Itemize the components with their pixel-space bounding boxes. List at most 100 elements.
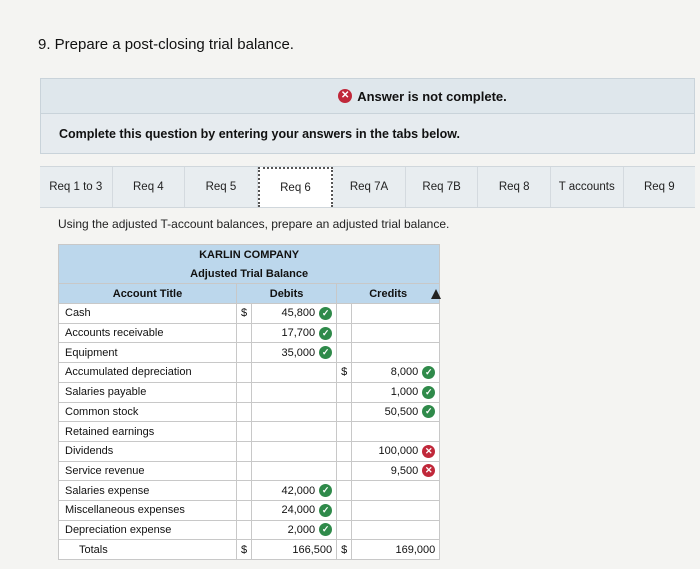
credit-value: 9,500 bbox=[390, 464, 419, 477]
account-title-cell[interactable]: Accumulated depreciation bbox=[58, 362, 237, 383]
credit-input-cell[interactable] bbox=[351, 342, 441, 364]
debit-value: 24,000 bbox=[281, 504, 316, 517]
debit-input-cell[interactable]: 17,700 ✓ bbox=[251, 322, 338, 344]
check-circle-icon: ✓ bbox=[422, 365, 436, 379]
debit-input-cell[interactable] bbox=[251, 440, 338, 462]
debit-input-cell[interactable] bbox=[251, 381, 338, 403]
credit-currency-cell bbox=[336, 342, 353, 364]
tab-req-8[interactable]: Req 8 bbox=[478, 167, 551, 207]
debit-currency-cell bbox=[235, 362, 253, 383]
tab-req-7b[interactable]: Req 7B bbox=[406, 167, 479, 207]
debit-input-cell[interactable] bbox=[251, 421, 338, 442]
answer-status-banner: ✕ Answer is not complete. bbox=[40, 78, 695, 114]
table-row: Cash $45,800 ✓ bbox=[58, 303, 441, 324]
credit-value: 100,000 bbox=[378, 445, 419, 458]
credit-currency-cell bbox=[336, 499, 353, 521]
tab-req-9[interactable]: Req 9 bbox=[624, 167, 696, 207]
statement-title: Adjusted Trial Balance bbox=[57, 264, 441, 285]
table-row: Retained earnings bbox=[58, 421, 441, 442]
mouse-cursor-icon bbox=[431, 289, 441, 299]
debit-input-cell[interactable]: 45,800 ✓ bbox=[251, 303, 338, 324]
credit-input-cell[interactable] bbox=[351, 303, 441, 324]
account-title-cell[interactable]: Retained earnings bbox=[58, 421, 237, 442]
account-title-cell[interactable]: Salaries expense bbox=[58, 480, 237, 501]
table-row: Salaries expense 42,000 ✓ bbox=[58, 480, 441, 501]
totals-credit-currency: $ bbox=[336, 539, 353, 560]
tab-t-accounts[interactable]: T accounts bbox=[551, 167, 624, 207]
debit-currency-cell bbox=[235, 519, 253, 541]
debit-currency-cell bbox=[235, 322, 253, 344]
debit-value: 35,000 bbox=[281, 346, 316, 359]
debit-value: 17,700 bbox=[281, 327, 316, 339]
check-circle-icon: ✓ bbox=[319, 346, 333, 360]
account-title-cell[interactable]: Common stock bbox=[58, 401, 237, 423]
credit-input-cell[interactable] bbox=[351, 421, 441, 442]
totals-row: Totals $ 166,500 $ 169,000 bbox=[58, 539, 441, 560]
debit-input-cell[interactable]: 24,000 ✓ bbox=[251, 499, 338, 521]
account-title-cell[interactable]: Cash bbox=[58, 303, 237, 324]
credit-input-cell[interactable]: 8,000 ✓ bbox=[351, 362, 441, 383]
table-row: Accounts receivable 17,700 ✓ bbox=[58, 322, 441, 344]
credit-currency-cell bbox=[336, 421, 353, 442]
credit-input-cell[interactable] bbox=[351, 322, 441, 344]
credit-currency-cell bbox=[336, 460, 353, 482]
adjusted-trial-balance-table: KARLIN COMPANY Adjusted Trial Balance Ac… bbox=[57, 244, 441, 560]
account-title-cell[interactable]: Depreciation expense bbox=[58, 519, 237, 541]
debit-input-cell[interactable]: 35,000 ✓ bbox=[251, 342, 338, 364]
debit-value: 45,800 bbox=[281, 307, 316, 320]
credit-input-cell[interactable]: 9,500 ✕ bbox=[351, 460, 441, 482]
credit-input-cell[interactable]: 50,500 ✓ bbox=[351, 401, 441, 423]
debit-currency-cell bbox=[235, 480, 253, 501]
account-title-cell[interactable]: Accounts receivable bbox=[58, 322, 237, 344]
company-name: KARLIN COMPANY bbox=[57, 244, 441, 265]
credit-currency-cell bbox=[336, 381, 353, 403]
credit-input-cell[interactable] bbox=[351, 499, 441, 521]
tab-req-1-to-3[interactable]: Req 1 to 3 bbox=[40, 167, 113, 207]
question-heading: 9. Prepare a post-closing trial balance. bbox=[38, 36, 294, 53]
credit-input-cell[interactable]: 1,000 ✓ bbox=[351, 381, 441, 403]
debit-input-cell[interactable] bbox=[251, 401, 338, 423]
table-row: Depreciation expense 2,000 ✓ bbox=[58, 519, 441, 541]
credit-input-cell[interactable] bbox=[351, 519, 441, 541]
account-title-cell[interactable]: Dividends bbox=[58, 440, 237, 462]
credit-input-cell[interactable] bbox=[351, 480, 441, 501]
table-row: Common stock 50,500 ✓ bbox=[58, 401, 441, 423]
column-header-account-title: Account Title bbox=[58, 283, 237, 305]
table-row: Salaries payable 1,000 ✓ bbox=[58, 381, 441, 403]
credit-currency-cell bbox=[336, 519, 353, 541]
credit-value: 1,000 bbox=[390, 386, 419, 399]
table-row: Accumulated depreciation $8,000 ✓ bbox=[58, 362, 441, 383]
instructions-text: Complete this question by entering your … bbox=[59, 126, 460, 141]
totals-label: Totals bbox=[58, 539, 237, 560]
debit-currency-cell bbox=[235, 421, 253, 442]
credit-currency-cell bbox=[336, 401, 353, 423]
credit-currency-cell bbox=[336, 322, 353, 344]
totals-debit-value: 166,500 bbox=[251, 539, 338, 560]
account-title-cell[interactable]: Salaries payable bbox=[58, 381, 237, 403]
credit-currency-cell bbox=[336, 303, 353, 324]
account-title-cell[interactable]: Equipment bbox=[58, 342, 237, 364]
credit-value: 8,000 bbox=[390, 366, 419, 379]
tab-req-5[interactable]: Req 5 bbox=[185, 167, 258, 207]
check-circle-icon: ✓ bbox=[319, 326, 333, 340]
credit-input-cell[interactable]: 100,000 ✕ bbox=[351, 440, 441, 462]
check-circle-icon: ✓ bbox=[319, 503, 333, 517]
table-row: Miscellaneous expenses 24,000 ✓ bbox=[58, 499, 441, 521]
tab-req-7a[interactable]: Req 7A bbox=[333, 167, 406, 207]
table-row: Equipment 35,000 ✓ bbox=[58, 342, 441, 364]
debit-input-cell[interactable] bbox=[251, 460, 338, 482]
totals-debit-currency: $ bbox=[235, 539, 253, 560]
debit-value: 2,000 bbox=[287, 523, 316, 536]
tab-req-4[interactable]: Req 4 bbox=[113, 167, 186, 207]
tab-prompt: Using the adjusted T-account balances, p… bbox=[58, 217, 450, 231]
debit-input-cell[interactable]: 42,000 ✓ bbox=[251, 480, 338, 501]
account-title-cell[interactable]: Miscellaneous expenses bbox=[58, 499, 237, 521]
debit-input-cell[interactable] bbox=[251, 362, 338, 383]
account-title-cell[interactable]: Service revenue bbox=[58, 460, 237, 482]
debit-currency-cell bbox=[235, 440, 253, 462]
table-row: Dividends 100,000 ✕ bbox=[58, 440, 441, 462]
totals-credit-value: 169,000 bbox=[351, 539, 441, 560]
debit-input-cell[interactable]: 2,000 ✓ bbox=[251, 519, 338, 541]
tab-req-6[interactable]: Req 6 bbox=[257, 167, 334, 207]
debit-currency-cell bbox=[235, 381, 253, 403]
